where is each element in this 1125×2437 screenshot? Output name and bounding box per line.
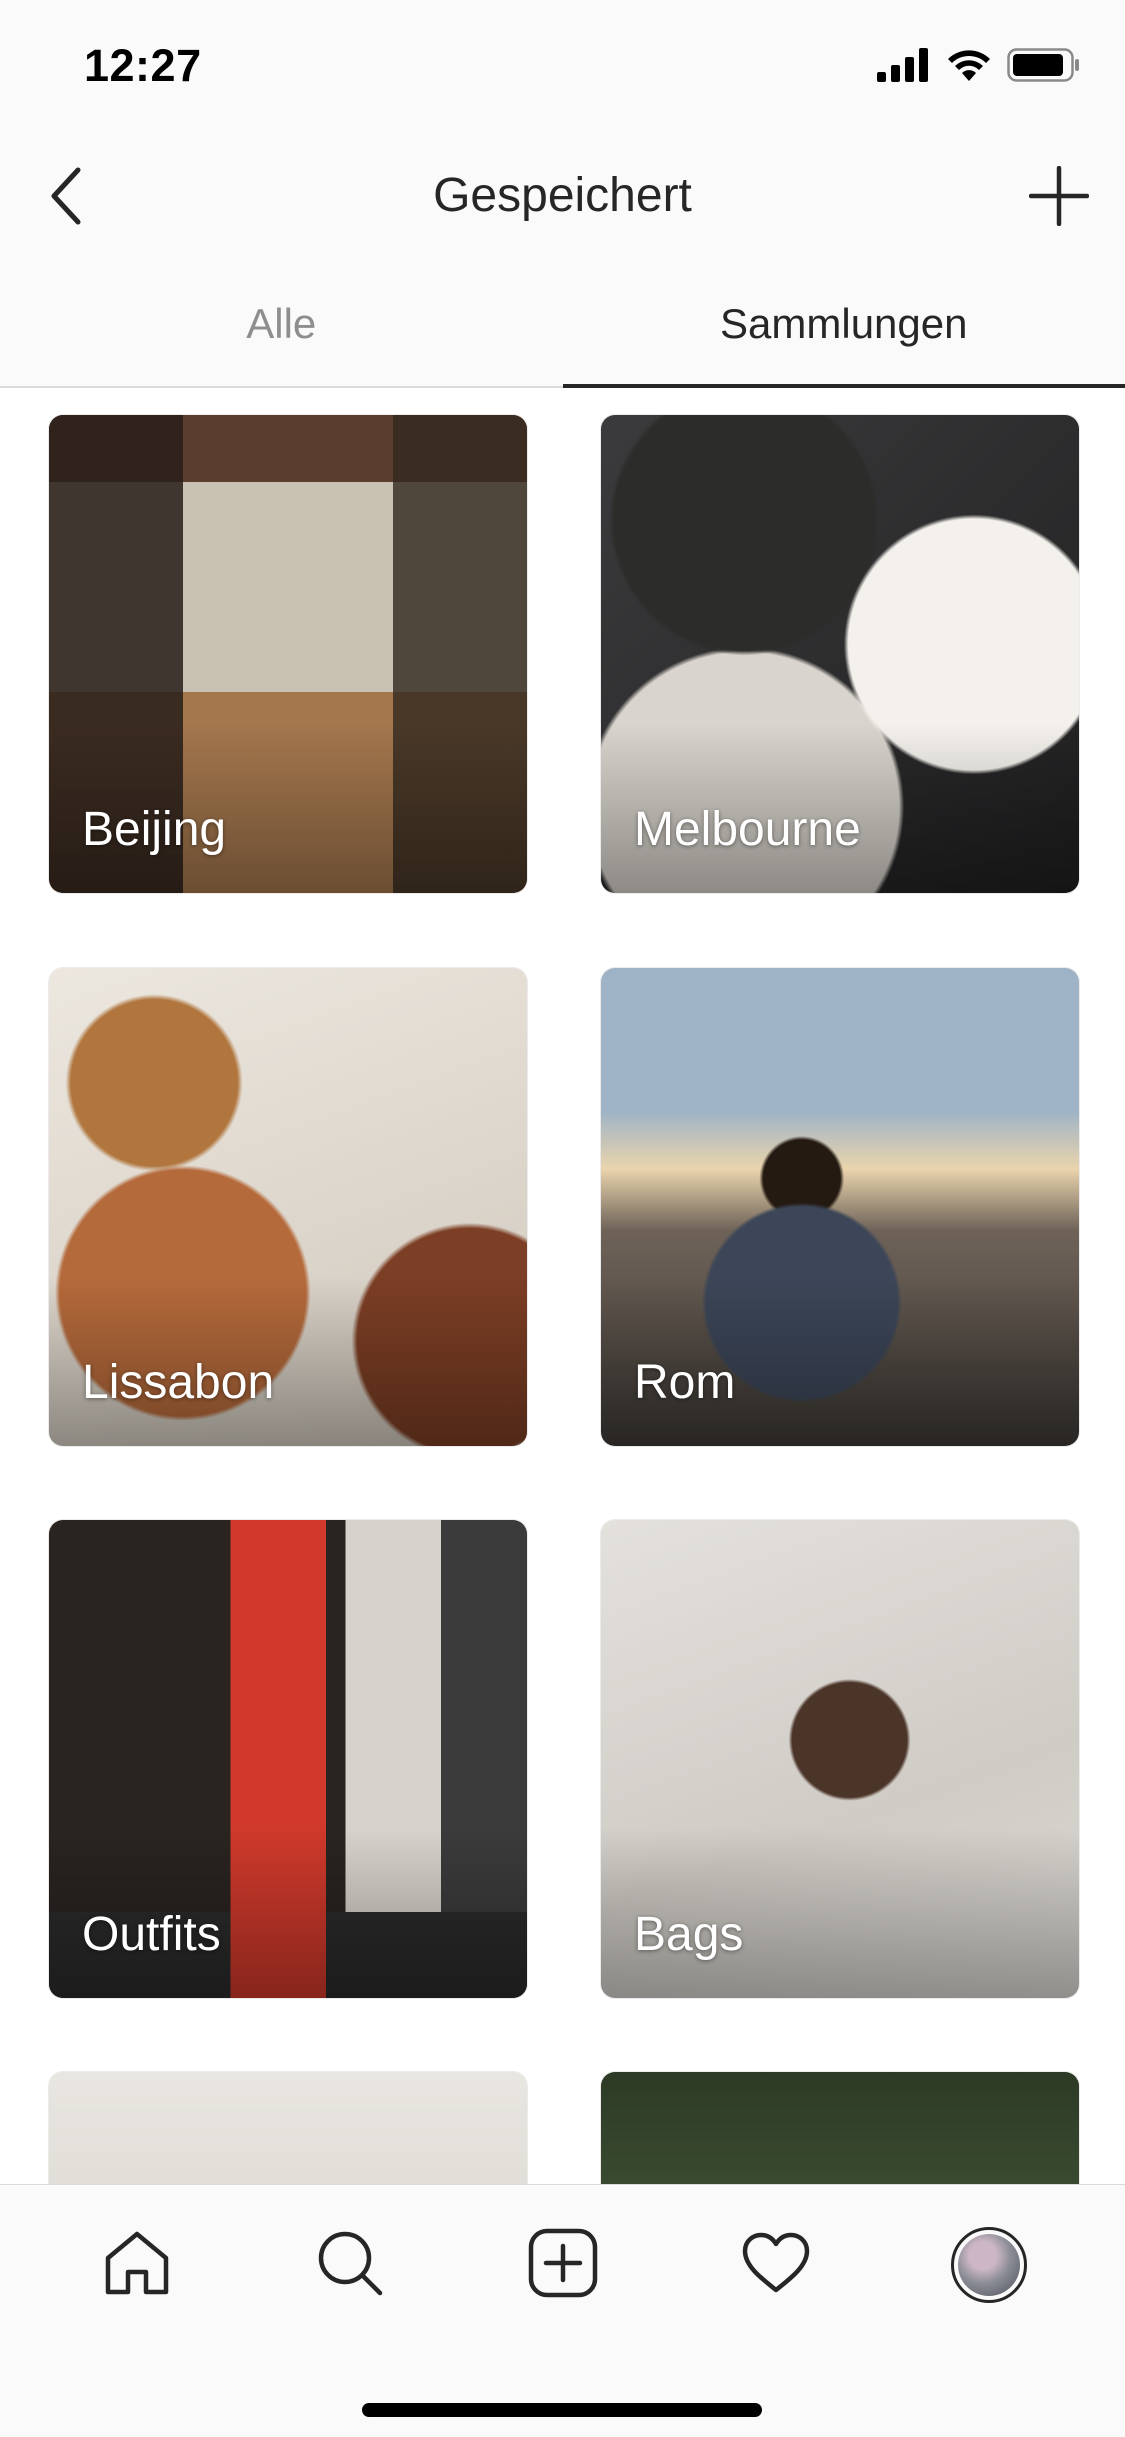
collection-card-rom[interactable]: Rom: [601, 968, 1079, 1446]
tab-activity[interactable]: [726, 2215, 826, 2315]
battery-icon: [1007, 48, 1081, 87]
new-post-icon: [528, 2228, 598, 2303]
collection-card-bags[interactable]: Bags: [601, 1520, 1079, 1998]
collection-card-melbourne[interactable]: Melbourne: [601, 415, 1079, 893]
home-indicator: [362, 2403, 762, 2417]
status-icons: [877, 48, 1081, 87]
bottom-tab-bar: [0, 2184, 1125, 2437]
page-title: Gespeichert: [0, 168, 1125, 223]
collection-label: Bags: [634, 1907, 743, 1962]
plus-icon: [1029, 166, 1089, 231]
collection-label: Rom: [634, 1355, 735, 1410]
header: Gespeichert: [0, 132, 1125, 264]
add-collection-button[interactable]: [1023, 162, 1095, 234]
tab-new-post[interactable]: [513, 2215, 613, 2315]
collection-card-beijing[interactable]: Beijing: [49, 415, 527, 893]
heart-icon: [741, 2232, 811, 2299]
home-icon: [102, 2230, 172, 2301]
collection-cover-image: [49, 2072, 527, 2184]
tab-home[interactable]: [87, 2215, 187, 2315]
collection-label: Lissabon: [82, 1355, 274, 1410]
collection-card-lissabon[interactable]: Lissabon: [49, 968, 527, 1446]
search-icon: [316, 2229, 384, 2302]
collection-label: Beijing: [82, 802, 226, 857]
tabs: Alle Sammlungen: [0, 264, 1125, 388]
collection-cover-image: [601, 2072, 1079, 2184]
tab-profile[interactable]: [939, 2215, 1039, 2315]
collection-label: Melbourne: [634, 802, 861, 857]
collection-card-outfits[interactable]: Outfits: [49, 1520, 527, 1998]
tab-search[interactable]: [300, 2215, 400, 2315]
tab-sammlungen[interactable]: Sammlungen: [563, 264, 1125, 386]
collections-grid: Beijing Melbourne Lissabon Rom Outfits B…: [0, 388, 1125, 2184]
collection-card-partial[interactable]: [601, 2072, 1079, 2184]
profile-avatar: [951, 2227, 1027, 2303]
signal-icon: [877, 48, 931, 87]
wifi-icon: [947, 48, 991, 87]
collection-card-partial[interactable]: [49, 2072, 527, 2184]
status-bar: 12:27: [0, 0, 1125, 132]
tab-alle[interactable]: Alle: [0, 264, 563, 386]
status-time: 12:27: [84, 40, 202, 92]
collection-label: Outfits: [82, 1907, 221, 1962]
